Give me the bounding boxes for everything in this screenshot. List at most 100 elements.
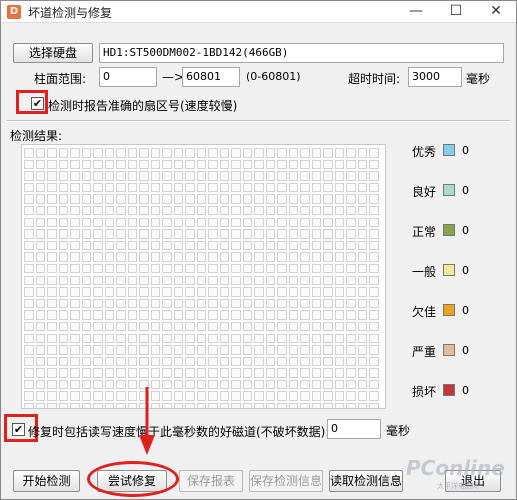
sector-block [334, 391, 344, 401]
cylinder-end-input[interactable]: 60801 [182, 67, 240, 87]
sector-block [369, 217, 379, 228]
sector-block [254, 310, 264, 320]
cylinder-start-input[interactable]: 0 [99, 67, 157, 87]
sector-block [116, 345, 126, 355]
sector-block [219, 391, 229, 401]
sector-block [254, 356, 264, 367]
sector-block [369, 298, 379, 309]
save-scan-info-button[interactable]: 保存检测信息 [249, 470, 323, 492]
slow-threshold-input[interactable]: 0 [327, 419, 381, 439]
sector-block [357, 194, 367, 204]
timeout-input[interactable]: 3000 [408, 67, 462, 87]
minimize-button[interactable]: — [399, 1, 433, 23]
sector-block [357, 263, 367, 274]
sector-block [288, 368, 298, 378]
sector-block [265, 263, 275, 274]
sector-block [288, 333, 298, 343]
sector-block [334, 310, 344, 320]
sector-block [81, 229, 91, 239]
report-accurate-checkbox[interactable]: ✔ [31, 97, 44, 110]
sector-block [346, 205, 356, 216]
sector-block [311, 403, 321, 408]
sector-block [185, 333, 195, 343]
sector-block [104, 310, 114, 320]
sector-block [139, 287, 149, 297]
sector-block [104, 403, 114, 408]
sector-block [231, 148, 241, 158]
sector-block [369, 368, 379, 378]
sector-block [81, 287, 91, 297]
sector-block [300, 356, 310, 367]
legend-count: 0 [462, 304, 469, 317]
save-report-button[interactable]: 保存报表 [179, 470, 243, 492]
sector-block [254, 240, 264, 251]
sector-block [35, 240, 45, 251]
sector-block [219, 182, 229, 193]
maximize-button[interactable]: ☐ [439, 1, 473, 23]
sector-block [277, 345, 287, 355]
sector-block [277, 159, 287, 170]
sector-block [219, 240, 229, 251]
sector-block [162, 217, 172, 228]
sector-block [346, 391, 356, 401]
sector-block [185, 159, 195, 170]
sector-block [231, 333, 241, 343]
disk-info-field: HD1:ST500DM002-1BD142(466GB) [99, 43, 504, 63]
sector-block [323, 229, 333, 239]
sector-block [346, 379, 356, 390]
sector-block [81, 368, 91, 378]
sector-block [265, 229, 275, 239]
sector-block [185, 263, 195, 274]
sector-block [300, 391, 310, 401]
start-scan-button[interactable]: 开始检测 [13, 470, 80, 492]
sector-block [93, 194, 103, 204]
sector-block [116, 182, 126, 193]
sector-block [196, 321, 206, 332]
load-scan-info-button[interactable]: 读取检测信息 [329, 470, 403, 492]
sector-block [334, 148, 344, 158]
sector-block [311, 171, 321, 181]
sector-block [81, 345, 91, 355]
sector-block [35, 275, 45, 286]
select-disk-button[interactable]: 选择硬盘 [13, 43, 93, 63]
sector-block [70, 275, 80, 286]
sector-block [254, 148, 264, 158]
sector-block [242, 298, 252, 309]
sector-block [277, 321, 287, 332]
sector-map-panel [21, 144, 386, 409]
sector-block [311, 356, 321, 367]
sector-block [139, 217, 149, 228]
sector-block [139, 310, 149, 320]
sector-block [300, 148, 310, 158]
repair-slow-checkbox[interactable]: ✔ [12, 423, 25, 436]
sector-block [93, 391, 103, 401]
sector-block [254, 379, 264, 390]
sector-block [127, 333, 137, 343]
sector-block [127, 345, 137, 355]
sector-block [277, 194, 287, 204]
sector-block [35, 287, 45, 297]
sector-block [323, 321, 333, 332]
sector-block [24, 252, 34, 262]
sector-block [150, 194, 160, 204]
sector-block [35, 148, 45, 158]
sector-block [196, 403, 206, 408]
sector-block [93, 182, 103, 193]
sector-block [369, 275, 379, 286]
legend-swatch [443, 264, 455, 276]
sector-block [369, 194, 379, 204]
sector-block [81, 217, 91, 228]
sector-block [162, 321, 172, 332]
sector-block [254, 263, 264, 274]
sector-block [35, 229, 45, 239]
sector-block [173, 391, 183, 401]
sector-block [323, 217, 333, 228]
close-button[interactable]: ✕ [479, 1, 513, 23]
sector-block [208, 368, 218, 378]
sector-block [369, 356, 379, 367]
timeout-unit: 毫秒 [466, 72, 491, 86]
sector-block [369, 391, 379, 401]
sector-block [231, 403, 241, 408]
sector-block [300, 287, 310, 297]
sector-block [70, 217, 80, 228]
